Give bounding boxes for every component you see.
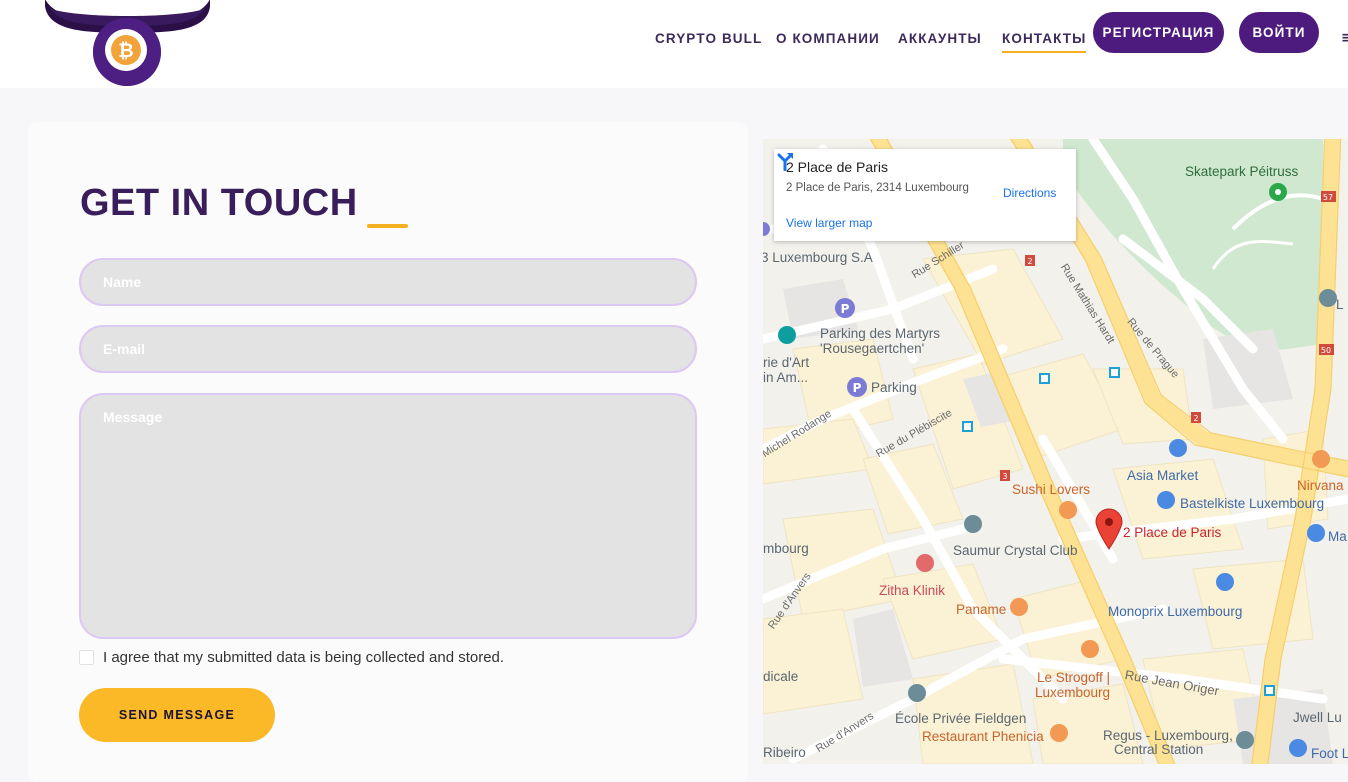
svg-text:P: P	[841, 302, 850, 316]
map-label-asia-market[interactable]: Asia Market	[1127, 468, 1198, 483]
map-label-parking-martyrs-2[interactable]: 'Rousegaertchen'	[820, 341, 924, 356]
road-badge-3: 3	[1002, 472, 1007, 481]
map-info-title: 2 Place de Paris	[786, 159, 888, 175]
map-label-zitha[interactable]: Zitha Klinik	[879, 583, 945, 598]
name-input[interactable]	[79, 258, 697, 306]
send-message-button[interactable]: SEND MESSAGE	[79, 688, 275, 742]
map-label-musee-2[interactable]: in Am...	[763, 370, 808, 385]
consent-checkbox[interactable]	[79, 650, 94, 665]
nav-contacts[interactable]: КОНТАКТЫ	[1002, 31, 1087, 53]
bull-bitcoin-logo[interactable]: ₿	[40, 0, 215, 89]
map-label-regus-2[interactable]: Central Station	[1114, 742, 1203, 757]
road-badge-2a: 2	[1027, 257, 1032, 266]
map-label-regus[interactable]: Regus - Luxembourg,	[1103, 728, 1233, 743]
map-label-parking-martyrs[interactable]: Parking des Martyrs	[820, 326, 940, 341]
map-label-sushi-lovers[interactable]: Sushi Lovers	[1012, 482, 1090, 497]
consent-row: I agree that my submitted data is being …	[79, 649, 504, 666]
map-label-strogoff-2[interactable]: Luxembourg	[1035, 685, 1110, 700]
map-label-phenicia[interactable]: Restaurant Phenicia	[922, 729, 1044, 744]
map-label-ribeiro[interactable]: Ribeiro	[763, 745, 806, 760]
directions-icon[interactable]	[774, 149, 796, 171]
login-button[interactable]: ВОЙТИ	[1239, 12, 1319, 53]
map-label-jwell[interactable]: Jwell Lu	[1293, 710, 1342, 725]
map-info-address: 2 Place de Paris, 2314 Luxembourg	[786, 182, 969, 194]
nav-about[interactable]: О КОМПАНИИ	[776, 31, 880, 46]
menu-more-icon[interactable]: ≡	[1341, 30, 1348, 46]
map-label-ma[interactable]: Ma	[1328, 529, 1347, 544]
svg-text:₿: ₿	[118, 40, 133, 62]
page-title: GET IN TOUCH	[80, 182, 358, 224]
embedded-map[interactable]: 2 2 3 57 50 P P Skatepark Péitruss 3 Lux…	[763, 139, 1348, 764]
map-label-luxembourg-sa[interactable]: 3 Luxembourg S.A	[763, 250, 873, 265]
map-label-strogoff[interactable]: Le Strogoff |	[1037, 670, 1110, 685]
map-info-window: 2 Place de Paris 2 Place de Paris, 2314 …	[774, 149, 1076, 241]
nav-accounts[interactable]: АККАУНТЫ	[898, 31, 982, 46]
map-label-marker[interactable]: 2 Place de Paris	[1123, 525, 1221, 540]
consent-label: I agree that my submitted data is being …	[103, 649, 505, 666]
map-label-nirvana[interactable]: Nirvana	[1297, 478, 1344, 493]
map-label-parking[interactable]: Parking	[871, 380, 917, 395]
map-label-l[interactable]: L	[1336, 297, 1344, 312]
road-badge-57: 57	[1323, 193, 1333, 202]
map-label-ecole[interactable]: École Privée Fieldgen	[895, 711, 1026, 726]
road-badge-50: 50	[1321, 346, 1331, 355]
map-label-monoprix[interactable]: Monoprix Luxembourg	[1108, 604, 1242, 619]
road-badge-2b: 2	[1193, 414, 1198, 423]
register-button[interactable]: РЕГИСТРАЦИЯ	[1093, 12, 1224, 53]
map-label-footl[interactable]: Foot L	[1311, 746, 1348, 761]
map-label-luxembourg-left[interactable]: mbourg	[763, 541, 809, 556]
svg-text:P: P	[853, 381, 862, 395]
site-header: ₿ CRYPTO BULL О КОМПАНИИ АККАУНТЫ КОНТАК…	[0, 0, 1348, 88]
message-textarea[interactable]	[79, 393, 697, 639]
map-label-saumur[interactable]: Saumur Crystal Club	[953, 543, 1078, 558]
title-accent-line	[367, 224, 408, 228]
view-larger-map-link[interactable]: View larger map	[786, 216, 872, 230]
directions-link[interactable]: Directions	[1003, 186, 1056, 200]
map-label-dicale[interactable]: dicale	[763, 669, 798, 684]
nav-crypto-bull[interactable]: CRYPTO BULL	[655, 31, 762, 46]
email-input[interactable]	[79, 325, 697, 373]
map-label-skatepark[interactable]: Skatepark Péitruss	[1185, 164, 1298, 179]
map-label-bastelkiste[interactable]: Bastelkiste Luxembourg	[1180, 496, 1324, 511]
map-label-paname[interactable]: Paname	[956, 602, 1006, 617]
map-label-musee[interactable]: rie d'Art	[763, 355, 809, 370]
